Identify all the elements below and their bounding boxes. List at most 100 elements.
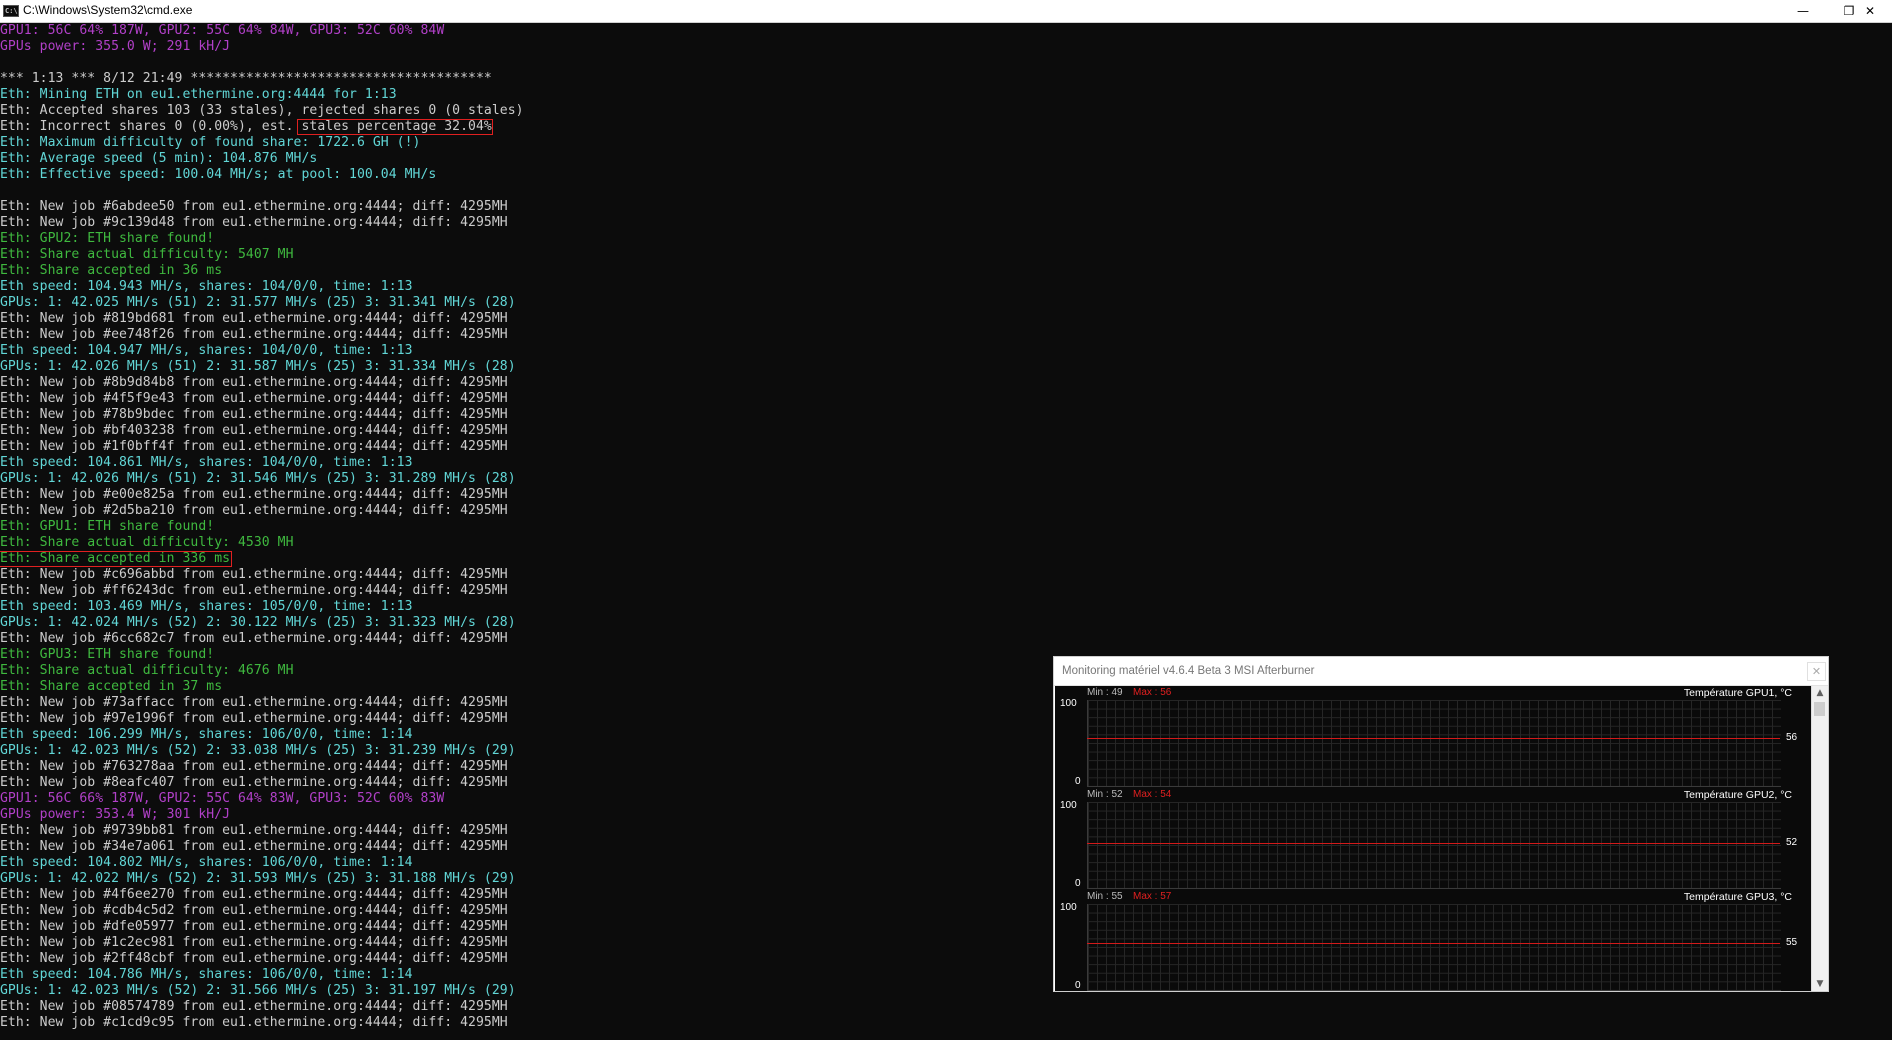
console-line: Eth: New job #4f6ee270 from eu1.ethermin… <box>0 887 508 902</box>
console-line: Eth: New job #dfe05977 from eu1.ethermin… <box>0 919 508 934</box>
console-line: Eth: GPU1: ETH share found! <box>0 519 215 534</box>
console-line: GPUs: 1: 42.023 MH/s (52) 2: 33.038 MH/s… <box>0 743 516 758</box>
graph-panel-gpu3: Min : 55 Max : 57 Température GPU3, °C 100 0… <box>1055 890 1812 993</box>
console-line: Eth: Share actual difficulty: 4676 MH <box>0 663 294 678</box>
graph-max: Max : 57 <box>1133 891 1172 902</box>
console-line: Eth: GPU3: ETH share found! <box>0 647 215 662</box>
console-line: Eth: New job #1f0bff4f from eu1.ethermin… <box>0 439 508 454</box>
close-button[interactable]: ✕ <box>1848 0 1892 22</box>
graph-trace-line <box>1087 738 1780 739</box>
console-line: Eth: Effective speed: 100.04 MH/s; at po… <box>0 167 437 182</box>
console-line: Eth: New job #34e7a061 from eu1.ethermin… <box>0 839 508 854</box>
console-line: Eth: New job #6cc682c7 from eu1.ethermin… <box>0 631 508 646</box>
graph-ymax-label: 100 <box>1060 800 1077 811</box>
graph-current-value: 55 <box>1786 937 1798 948</box>
console-line: Eth speed: 104.786 MH/s, shares: 106/0/0… <box>0 967 413 982</box>
graph-current-value: 52 <box>1786 837 1798 848</box>
console-line: Eth: New job #ff6243dc from eu1.ethermin… <box>0 583 508 598</box>
graph-max: Max : 54 <box>1133 789 1172 800</box>
console-line: Eth speed: 104.802 MH/s, shares: 106/0/0… <box>0 855 413 870</box>
console-line: Eth: New job #2ff48cbf from eu1.ethermin… <box>0 951 508 966</box>
console-line: Eth: Share accepted in 36 ms <box>0 263 223 278</box>
console-line: Eth: New job #08574789 from eu1.ethermin… <box>0 999 508 1014</box>
graph-title: Température GPU3, °C <box>1683 891 1792 903</box>
console-line: Eth: New job #bf403238 from eu1.ethermin… <box>0 423 508 438</box>
graph-grid <box>1087 904 1781 991</box>
console-line: Eth: New job #819bd681 from eu1.ethermin… <box>0 311 508 326</box>
console-line: Eth: Average speed (5 min): 104.876 MH/s <box>0 151 318 166</box>
console-line: Eth: New job #6abdee50 from eu1.ethermin… <box>0 199 508 214</box>
console-line: Eth: New job #c696abbd from eu1.ethermin… <box>0 567 508 582</box>
monitoring-titlebar[interactable]: Monitoring matériel v4.6.4 Beta 3 MSI Af… <box>1054 657 1828 686</box>
graph-panel-gpu1: Min : 49 Max : 56 Température GPU1, °C 100 0… <box>1055 686 1812 789</box>
console-line: Eth: Accepted shares 103 (33 stales), re… <box>0 103 524 118</box>
scroll-up-icon[interactable]: ▲ <box>1812 686 1828 700</box>
monitoring-graphs: Min : 49 Max : 56 Température GPU1, °C 100 0… <box>1055 686 1812 991</box>
minimize-button[interactable]: — <box>1780 0 1826 22</box>
graph-current-value: 56 <box>1786 732 1798 743</box>
graph-ymax-label: 100 <box>1060 698 1077 709</box>
console-line: GPUs: 1: 42.024 MH/s (52) 2: 30.122 MH/s… <box>0 615 516 630</box>
console-line: Eth: New job #73affacc from eu1.ethermin… <box>0 695 508 710</box>
graph-ymax-label: 100 <box>1060 902 1077 913</box>
monitoring-scrollbar[interactable]: ▲ ▼ <box>1811 686 1828 991</box>
highlight-box <box>297 119 493 135</box>
highlight-box <box>0 551 233 567</box>
graph-ymin-label: 0 <box>1075 878 1081 889</box>
console-line: Eth: Share accepted in 37 ms <box>0 679 223 694</box>
window-titlebar[interactable]: C:\ C:\Windows\System32\cmd.exe — ❐ ✕ <box>0 0 1892 23</box>
graph-title: Température GPU2, °C <box>1683 789 1792 801</box>
monitoring-close-button[interactable]: ✕ <box>1807 662 1826 681</box>
console-line: Eth: Mining ETH on eu1.ethermine.org:444… <box>0 87 397 102</box>
console-line: Eth: New job #cdb4c5d2 from eu1.ethermin… <box>0 903 508 918</box>
console-line: GPU1: 56C 64% 187W, GPU2: 55C 64% 84W, G… <box>0 23 445 38</box>
console-line: Eth: New job #e00e825a from eu1.ethermin… <box>0 487 508 502</box>
console-line: Eth: New job #9c139d48 from eu1.ethermin… <box>0 215 508 230</box>
scrollbar-thumb[interactable] <box>1814 702 1825 716</box>
graph-min: Min : 52 <box>1087 789 1123 800</box>
monitoring-window[interactable]: Monitoring matériel v4.6.4 Beta 3 MSI Af… <box>1053 656 1829 992</box>
console-line: Eth: GPU2: ETH share found! <box>0 231 215 246</box>
graph-trace-line <box>1087 843 1780 844</box>
console-line: GPUs: 1: 42.026 MH/s (51) 2: 31.587 MH/s… <box>0 359 516 374</box>
console-line: Eth: New job #9739bb81 from eu1.ethermin… <box>0 823 508 838</box>
graph-ymin-label: 0 <box>1075 980 1081 991</box>
console-line: *** 1:13 *** 8/12 21:49 ****************… <box>0 71 492 86</box>
console-line: Eth: New job #c1cd9c95 from eu1.ethermin… <box>0 1015 508 1030</box>
graph-max: Max : 56 <box>1133 687 1172 698</box>
console-line: GPUs: 1: 42.022 MH/s (52) 2: 31.593 MH/s… <box>0 871 516 886</box>
window-title: C:\Windows\System32\cmd.exe <box>23 3 193 17</box>
console-line: Eth: New job #ee748f26 from eu1.ethermin… <box>0 327 508 342</box>
console-line: Eth speed: 104.861 MH/s, shares: 104/0/0… <box>0 455 413 470</box>
console-line: Eth: New job #1c2ec981 from eu1.ethermin… <box>0 935 508 950</box>
console-line: Eth: New job #8eafc407 from eu1.ethermin… <box>0 775 508 790</box>
console-line: GPUs: 1: 42.023 MH/s (52) 2: 31.566 MH/s… <box>0 983 516 998</box>
graph-min: Min : 49 <box>1087 687 1123 698</box>
console-line: Eth: New job #2d5ba210 from eu1.ethermin… <box>0 503 508 518</box>
console-line: Eth speed: 103.469 MH/s, shares: 105/0/0… <box>0 599 413 614</box>
graph-min: Min : 55 <box>1087 891 1123 902</box>
console-line: GPUs: 1: 42.026 MH/s (51) 2: 31.546 MH/s… <box>0 471 516 486</box>
graph-ymin-label: 0 <box>1075 776 1081 787</box>
console-line: GPUs power: 353.4 W; 301 kH/J <box>0 807 231 822</box>
console-line: Eth: Share actual difficulty: 5407 MH <box>0 247 294 262</box>
console-line: Eth speed: 104.943 MH/s, shares: 104/0/0… <box>0 279 413 294</box>
console-line: GPUs power: 355.0 W; 291 kH/J <box>0 39 231 54</box>
graph-title: Température GPU1, °C <box>1683 687 1792 699</box>
scroll-down-icon[interactable]: ▼ <box>1812 977 1828 991</box>
console-line: GPU1: 56C 66% 187W, GPU2: 55C 64% 83W, G… <box>0 791 445 806</box>
console-line: Eth: New job #97e1996f from eu1.ethermin… <box>0 711 508 726</box>
console-line: Eth: Share actual difficulty: 4530 MH <box>0 535 294 550</box>
console-line: Eth: Maximum difficulty of found share: … <box>0 135 421 150</box>
cmd-icon: C:\ <box>3 5 19 17</box>
monitoring-title: Monitoring matériel v4.6.4 Beta 3 MSI Af… <box>1062 665 1315 677</box>
console-line: Eth: New job #4f5f9e43 from eu1.ethermin… <box>0 391 508 406</box>
graph-panel-gpu2: Min : 52 Max : 54 Température GPU2, °C 100 0… <box>1055 788 1812 891</box>
console-line: Eth: New job #78b9bdec from eu1.ethermin… <box>0 407 508 422</box>
console-line: GPUs: 1: 42.025 MH/s (51) 2: 31.577 MH/s… <box>0 295 516 310</box>
console-line: Eth: New job #763278aa from eu1.ethermin… <box>0 759 508 774</box>
graph-grid <box>1087 802 1781 889</box>
graph-grid <box>1087 700 1781 787</box>
console-line: Eth speed: 104.947 MH/s, shares: 104/0/0… <box>0 343 413 358</box>
console-line: Eth: New job #8b9d84b8 from eu1.ethermin… <box>0 375 508 390</box>
